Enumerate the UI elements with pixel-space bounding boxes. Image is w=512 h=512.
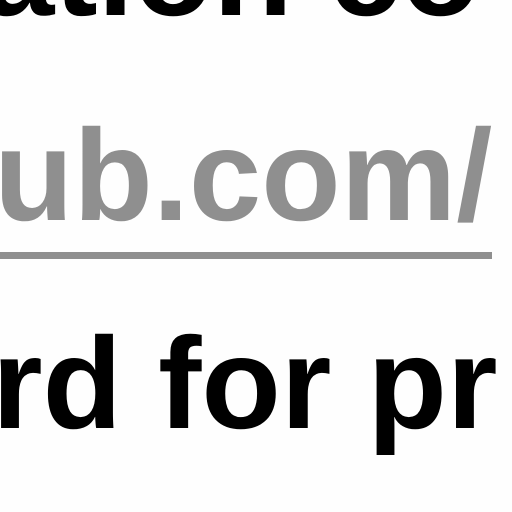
heading-fragment-text: ation co [0, 0, 480, 35]
document-viewport: ation co ub.com/ rd for pr [0, 0, 512, 512]
url-link[interactable]: ub.com/ [0, 110, 493, 259]
body-fragment-text: rd for pr [0, 310, 498, 456]
